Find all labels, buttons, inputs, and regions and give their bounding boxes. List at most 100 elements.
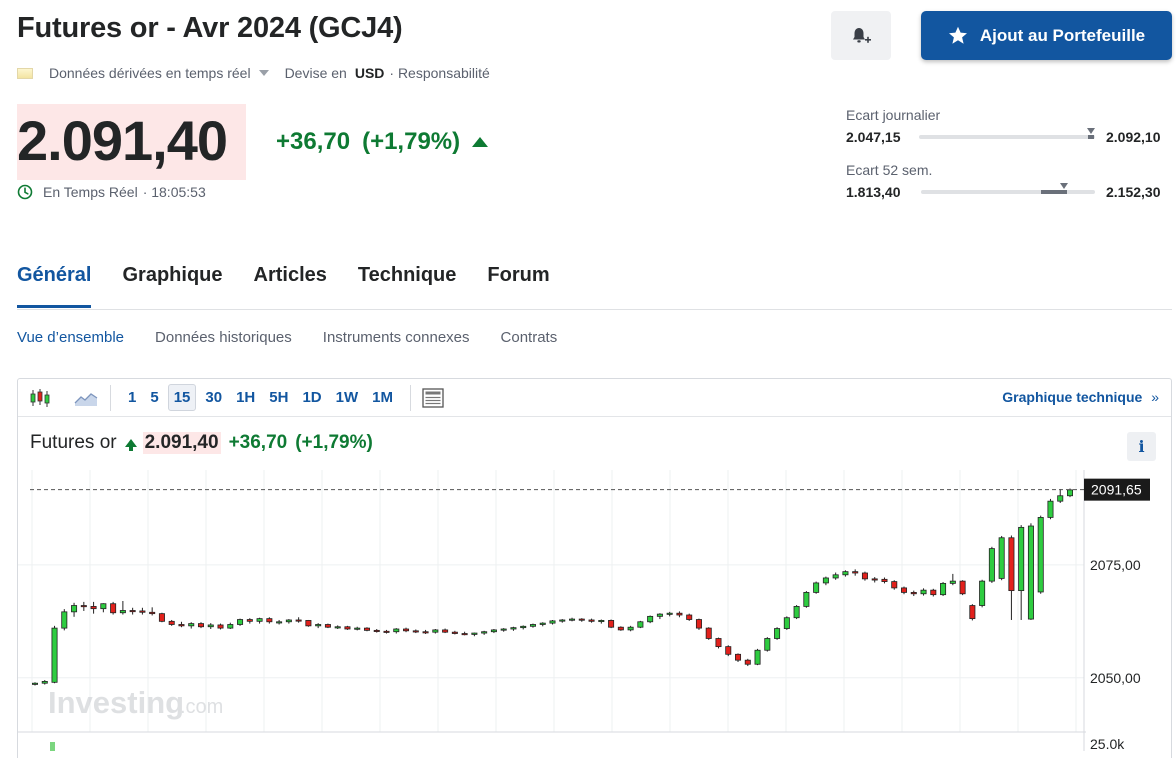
candle xyxy=(31,682,38,685)
candle xyxy=(940,582,947,596)
candle xyxy=(529,624,536,627)
watermark-brand: Investing xyxy=(48,685,184,720)
candle xyxy=(842,571,849,576)
info-button[interactable]: i xyxy=(1127,432,1156,461)
candle xyxy=(295,619,302,622)
toolbar-separator xyxy=(409,384,411,411)
interval-5h[interactable]: 5H xyxy=(264,385,293,410)
chart-toolbar: 1 5 15 30 1H 5H 1D 1W 1M Graphique techn… xyxy=(18,379,1171,417)
candlestick-icon[interactable] xyxy=(26,384,54,412)
candle xyxy=(432,629,439,633)
candle xyxy=(520,625,527,629)
subtab-contracts[interactable]: Contrats xyxy=(501,329,558,346)
year-range-fill xyxy=(1041,190,1067,194)
realtime-line: En Temps Réel · 18:05:53 xyxy=(17,184,206,200)
candle xyxy=(119,610,126,614)
candle xyxy=(617,626,624,631)
interval-1d[interactable]: 1D xyxy=(297,385,326,410)
candle xyxy=(1027,525,1034,620)
candle xyxy=(500,628,507,631)
candle xyxy=(725,646,732,655)
daily-range-bar xyxy=(919,128,1096,139)
candle xyxy=(901,587,908,593)
subtab-related[interactable]: Instruments connexes xyxy=(323,329,470,346)
main-tabs: Général Graphique Articles Technique For… xyxy=(17,264,581,308)
candle xyxy=(637,621,644,628)
candle xyxy=(998,537,1005,579)
candles xyxy=(31,488,1074,686)
chevron-down-icon[interactable] xyxy=(258,70,269,76)
interval-1m[interactable]: 1M xyxy=(367,385,398,410)
interval-1h[interactable]: 1H xyxy=(231,385,260,410)
year-range-high: 2.152,30 xyxy=(1106,184,1161,200)
portfolio-button-label: Ajout au Portefeuille xyxy=(979,25,1146,45)
investing-watermark: Investing .com xyxy=(48,685,223,720)
data-mode-label[interactable]: Données dérivées en temps réel xyxy=(49,65,251,81)
year-range-marker xyxy=(1059,183,1068,189)
candle xyxy=(80,605,87,608)
watermark-suffix: .com xyxy=(180,696,223,718)
candle xyxy=(891,581,898,589)
interval-1w[interactable]: 1W xyxy=(331,385,364,410)
candlestick-chart[interactable]: 2091,65 2075,00 2050,00 25.0k Investing .… xyxy=(18,470,1172,751)
arrow-up-icon xyxy=(124,439,137,451)
year-range-bar xyxy=(921,183,1095,194)
tab-technique[interactable]: Technique xyxy=(358,264,457,308)
star-icon xyxy=(948,26,967,44)
candle xyxy=(871,578,878,581)
candle xyxy=(549,620,556,624)
candle xyxy=(373,629,380,632)
candle xyxy=(910,592,917,595)
subtab-overview[interactable]: Vue d’ensemble xyxy=(17,329,124,346)
responsibility-link[interactable]: · Responsabilité xyxy=(389,65,489,81)
interval-5[interactable]: 5 xyxy=(145,385,163,410)
candle xyxy=(393,628,400,633)
candle xyxy=(90,606,97,610)
chart-instrument-name: Futures or xyxy=(30,432,117,453)
double-chevron-right-icon: » xyxy=(1151,389,1159,405)
volume-axis-label: 25.0k xyxy=(1090,736,1125,751)
candle xyxy=(1008,537,1015,592)
candle xyxy=(276,621,283,624)
candle xyxy=(793,606,800,619)
candle xyxy=(41,681,48,684)
candle xyxy=(61,611,68,629)
interval-1[interactable]: 1 xyxy=(123,385,141,410)
technical-chart-link[interactable]: Graphique technique » xyxy=(1002,389,1159,405)
candle xyxy=(666,612,673,615)
interval-15[interactable]: 15 xyxy=(167,384,197,411)
candle xyxy=(188,623,195,627)
tab-graphique[interactable]: Graphique xyxy=(122,264,222,308)
candle xyxy=(100,603,107,610)
tab-articles[interactable]: Articles xyxy=(254,264,327,308)
candle xyxy=(559,619,566,622)
candle xyxy=(305,620,312,627)
add-to-portfolio-button[interactable]: Ajout au Portefeuille xyxy=(921,11,1172,60)
candle xyxy=(490,629,497,633)
interval-30[interactable]: 30 xyxy=(200,385,227,410)
candle xyxy=(647,615,654,623)
candle xyxy=(988,548,995,582)
toolbar-separator xyxy=(110,384,111,411)
candle xyxy=(422,631,429,634)
tab-forum[interactable]: Forum xyxy=(487,264,549,308)
alert-button[interactable] xyxy=(831,11,891,60)
candle xyxy=(207,624,214,628)
candle xyxy=(149,611,156,615)
bell-plus-icon xyxy=(853,27,871,43)
area-chart-icon[interactable] xyxy=(72,384,100,412)
subtab-historical[interactable]: Données historiques xyxy=(155,329,292,346)
tab-general[interactable]: Général xyxy=(17,264,92,308)
candle xyxy=(588,619,595,622)
candle xyxy=(832,574,839,579)
candle xyxy=(813,582,820,593)
candle xyxy=(744,659,751,665)
quote-time: · 18:05:53 xyxy=(142,184,206,200)
candle xyxy=(442,629,449,633)
candle xyxy=(1047,500,1054,518)
candle xyxy=(686,614,693,620)
currency-value: USD xyxy=(354,65,385,81)
table-view-icon[interactable] xyxy=(419,384,447,412)
daily-range-fill xyxy=(1088,135,1095,139)
daily-range-low: 2.047,15 xyxy=(846,129,901,145)
